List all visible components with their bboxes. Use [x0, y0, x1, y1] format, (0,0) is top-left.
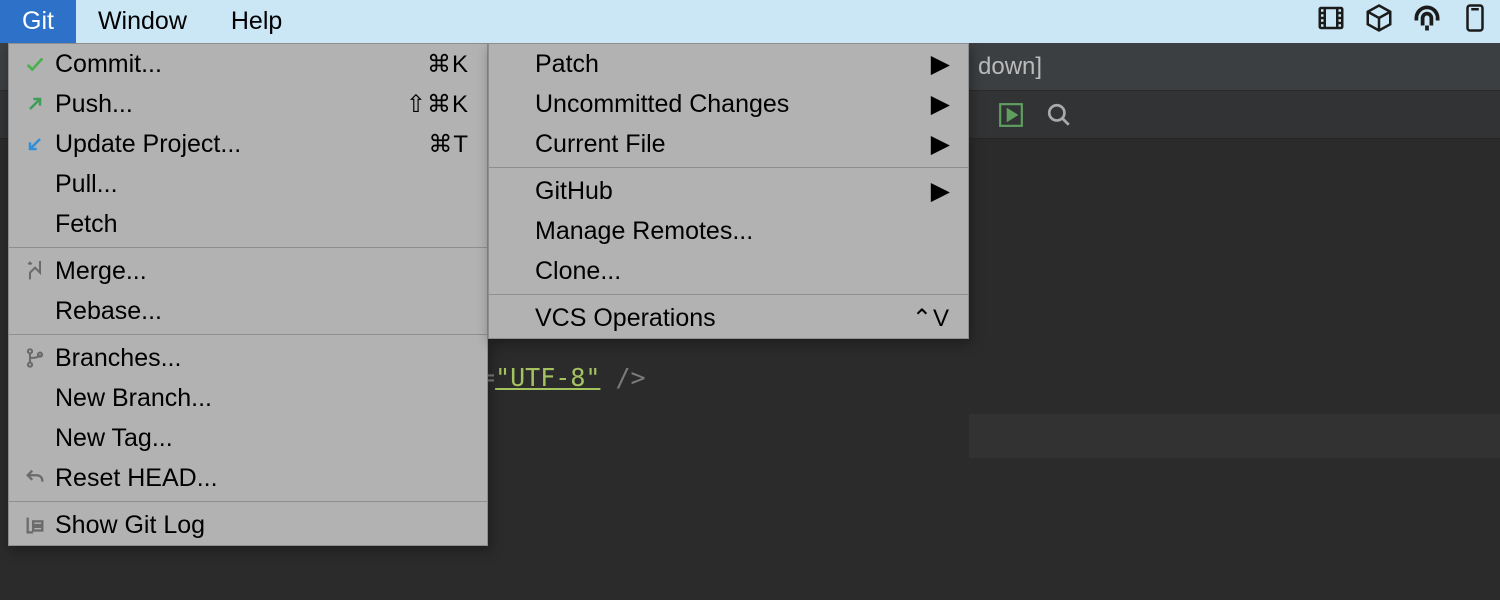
- submenu-item-patch[interactable]: Patch ▶: [489, 44, 968, 84]
- menu-label: Pull...: [55, 170, 469, 199]
- menu-item-pull[interactable]: Pull...: [9, 164, 487, 204]
- log-icon: [21, 514, 49, 536]
- search-icon[interactable]: [1046, 102, 1072, 128]
- menu-item-branches[interactable]: Branches...: [9, 338, 487, 378]
- menu-label: Current File: [535, 130, 931, 159]
- menu-item-fetch[interactable]: Fetch: [9, 204, 487, 244]
- menu-item-commit[interactable]: Commit... ⌘K: [9, 44, 487, 84]
- menubar-item-help[interactable]: Help: [209, 0, 304, 43]
- menu-separator: [9, 247, 487, 248]
- git-submenu: Patch ▶ Uncommitted Changes ▶ Current Fi…: [488, 43, 969, 339]
- undo-icon: [21, 467, 49, 489]
- menu-label: Rebase...: [55, 297, 469, 326]
- menu-shortcut: ⌘T: [428, 130, 469, 159]
- git-menu: Commit... ⌘K Push... ⇧⌘K Update Project.…: [8, 43, 488, 546]
- menubar-right-icons: [1316, 0, 1500, 43]
- submenu-item-manage-remotes[interactable]: Manage Remotes...: [489, 211, 968, 251]
- menu-label: Update Project...: [55, 130, 428, 159]
- menu-separator: [489, 167, 968, 168]
- menu-item-show-git-log[interactable]: Show Git Log: [9, 505, 487, 545]
- submenu-item-vcs-ops[interactable]: VCS Operations ⌃V: [489, 298, 968, 338]
- menu-item-merge[interactable]: Merge...: [9, 251, 487, 291]
- tab-fragment: down]: [978, 53, 1042, 81]
- menu-label: New Tag...: [55, 424, 469, 453]
- menu-label: Merge...: [55, 257, 469, 286]
- menu-shortcut: ⇧⌘K: [406, 90, 469, 119]
- menu-label: Branches...: [55, 344, 469, 373]
- check-icon: [21, 53, 49, 75]
- cube-icon[interactable]: [1364, 3, 1394, 40]
- menu-item-new-branch[interactable]: New Branch...: [9, 378, 487, 418]
- menu-item-push[interactable]: Push... ⇧⌘K: [9, 84, 487, 124]
- menu-label: GitHub: [535, 177, 931, 206]
- menu-label: VCS Operations: [535, 304, 912, 333]
- menu-label: Uncommitted Changes: [535, 90, 931, 119]
- menu-item-rebase[interactable]: Rebase...: [9, 291, 487, 331]
- menu-shortcut: ⌃V: [912, 304, 950, 333]
- menubar-label: Git: [22, 7, 54, 36]
- code-attr-value: "UTF-8": [495, 363, 600, 392]
- code-suffix: />: [600, 363, 645, 392]
- menu-label: Show Git Log: [55, 511, 469, 540]
- menu-label: Fetch: [55, 210, 469, 239]
- menubar-item-window[interactable]: Window: [76, 0, 209, 43]
- menu-separator: [9, 334, 487, 335]
- menu-item-reset-head[interactable]: Reset HEAD...: [9, 458, 487, 498]
- menu-label: Commit...: [55, 50, 427, 79]
- menubar: Git Window Help: [0, 0, 1500, 43]
- merge-icon: [21, 260, 49, 282]
- chevron-right-icon: ▶: [931, 49, 950, 79]
- film-icon[interactable]: [1316, 3, 1346, 40]
- menu-shortcut: ⌘K: [427, 50, 469, 79]
- menu-label: New Branch...: [55, 384, 469, 413]
- submenu-item-uncommitted[interactable]: Uncommitted Changes ▶: [489, 84, 968, 124]
- menu-label: Reset HEAD...: [55, 464, 469, 493]
- arrow-up-right-icon: [21, 94, 49, 114]
- menu-label: Patch: [535, 50, 931, 79]
- chevron-right-icon: ▶: [931, 89, 950, 119]
- submenu-item-current-file[interactable]: Current File ▶: [489, 124, 968, 164]
- gutter-highlight: [969, 414, 1500, 458]
- menu-label: Clone...: [535, 257, 950, 286]
- menu-separator: [9, 501, 487, 502]
- submenu-item-github[interactable]: GitHub ▶: [489, 171, 968, 211]
- menubar-label: Window: [98, 7, 187, 36]
- menu-item-update-project[interactable]: Update Project... ⌘T: [9, 124, 487, 164]
- chevron-right-icon: ▶: [931, 176, 950, 206]
- submenu-item-clone[interactable]: Clone...: [489, 251, 968, 291]
- menu-label: Manage Remotes...: [535, 217, 950, 246]
- menubar-label: Help: [231, 7, 282, 36]
- menu-separator: [489, 294, 968, 295]
- branch-icon: [21, 347, 49, 369]
- menu-item-new-tag[interactable]: New Tag...: [9, 418, 487, 458]
- device-icon[interactable]: [1460, 3, 1490, 40]
- menu-label: Push...: [55, 90, 406, 119]
- fingerprint-icon[interactable]: [1412, 3, 1442, 40]
- menubar-item-git[interactable]: Git: [0, 0, 76, 43]
- arrow-down-left-icon: [21, 134, 49, 154]
- chevron-right-icon: ▶: [931, 129, 950, 159]
- run-icon[interactable]: [998, 102, 1024, 128]
